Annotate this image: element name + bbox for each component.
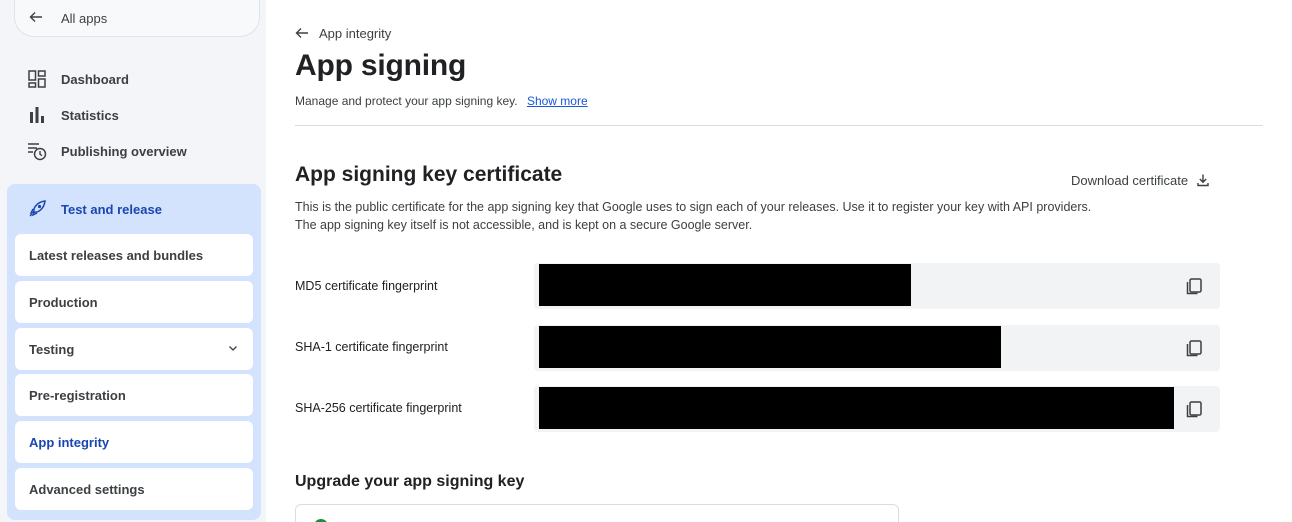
bar-chart-icon [27,105,47,125]
sidebar-item-label: Testing [29,341,75,357]
sidebar-item-label: Advanced settings [29,481,145,497]
show-more-link[interactable]: Show more [527,94,588,108]
section-description: This is the public certificate for the a… [295,200,1092,232]
download-certificate-button[interactable]: Download certificate [1071,171,1210,189]
md5-fingerprint-field [534,263,1220,309]
sidebar-item-label: Pre-registration [29,387,126,403]
rocket-icon [27,199,47,219]
arrow-left-icon [29,10,43,27]
upgrade-card [295,504,899,522]
sidebar-item-advanced-settings[interactable]: Advanced settings [15,468,253,510]
redacted-value [539,387,1174,429]
sidebar-item-label: Statistics [61,107,119,123]
sidebar-item-label: Dashboard [61,71,129,87]
sha256-fingerprint-field [534,386,1220,432]
breadcrumb-label: App integrity [319,25,392,41]
copy-icon[interactable] [1184,399,1204,419]
redacted-value [539,264,911,306]
sidebar-item-statistics[interactable]: Statistics [27,103,119,127]
page-title: App signing [295,49,467,82]
main-content: App integrity App signing Manage and pro… [266,0,1292,522]
redacted-value [539,326,1001,368]
sidebar: All apps Dashboard Statistics Publishing… [0,0,266,522]
section-title: App signing key certificate [295,163,563,186]
sidebar-item-production[interactable]: Production [15,281,253,323]
page-subtitle: Manage and protect your app signing key.… [295,94,588,108]
subtitle-text: Manage and protect your app signing key. [295,94,518,108]
dashboard-icon [27,69,47,89]
sidebar-item-dashboard[interactable]: Dashboard [27,67,129,91]
copy-icon[interactable] [1184,338,1204,358]
sidebar-item-label: Test and release [61,201,162,217]
sha256-label: SHA-256 certificate fingerprint [295,401,462,415]
sidebar-item-test-and-release[interactable]: Test and release [27,198,162,220]
divider [295,125,1263,126]
sidebar-item-label: Publishing overview [61,143,187,159]
copy-icon[interactable] [1184,276,1204,296]
publishing-clock-icon [27,141,47,161]
sha1-label: SHA-1 certificate fingerprint [295,340,448,354]
sidebar-item-app-integrity[interactable]: App integrity [15,421,253,463]
sidebar-item-latest-releases[interactable]: Latest releases and bundles [15,234,253,276]
download-icon [1196,173,1210,187]
sidebar-item-pre-registration[interactable]: Pre-registration [15,374,253,416]
sidebar-item-testing[interactable]: Testing [15,328,253,370]
all-apps-button[interactable]: All apps [14,0,260,37]
download-certificate-label: Download certificate [1071,172,1189,188]
test-and-release-group: Test and release Latest releases and bun… [7,184,261,520]
sha1-fingerprint-field [534,325,1220,371]
arrow-left-icon [295,26,309,40]
all-apps-label: All apps [61,10,108,26]
sidebar-item-label: Production [29,294,98,310]
sidebar-item-label: App integrity [29,434,110,450]
sidebar-item-publishing-overview[interactable]: Publishing overview [27,139,187,163]
md5-label: MD5 certificate fingerprint [295,279,438,293]
breadcrumb[interactable]: App integrity [295,24,391,42]
chevron-down-icon[interactable] [227,342,239,354]
sidebar-item-label: Latest releases and bundles [29,247,204,263]
upgrade-section-title: Upgrade your app signing key [295,473,525,490]
